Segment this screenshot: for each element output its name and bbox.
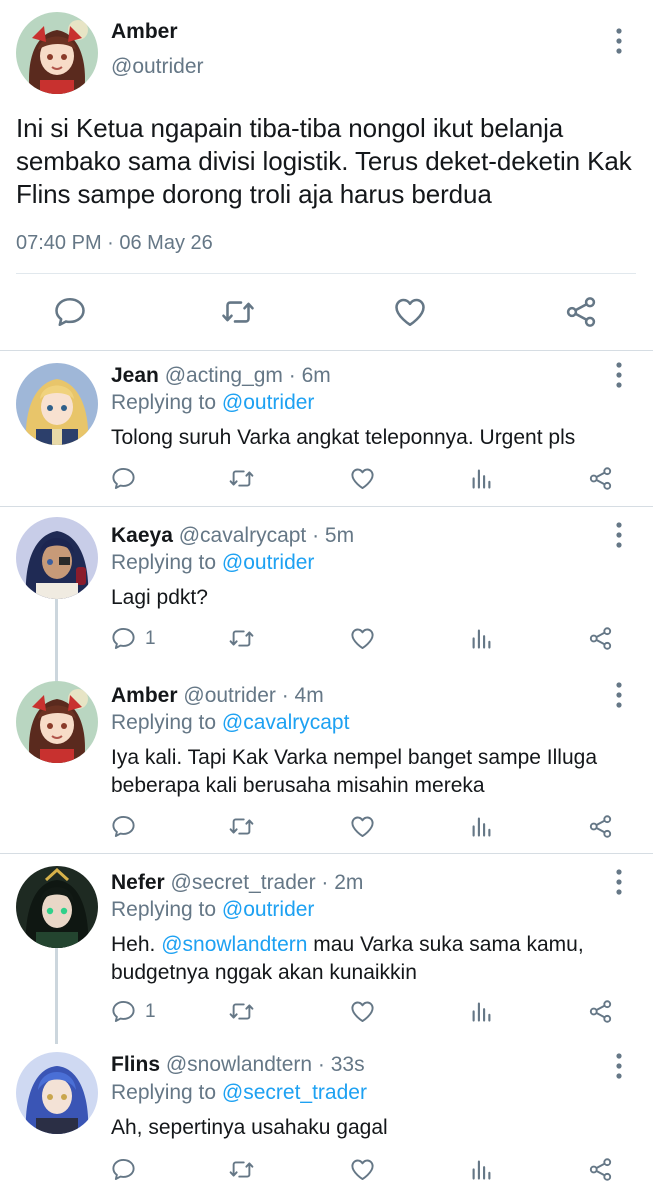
- replying-label: Replying to: [111, 551, 217, 574]
- reply-text: Ah, sepertinya usahaku gagal: [111, 1116, 388, 1139]
- retweet-icon[interactable]: [228, 1156, 255, 1183]
- author-name[interactable]: Nefer: [111, 871, 165, 894]
- author-meta[interactable]: @secret_trader · 2m: [171, 871, 364, 894]
- reply-count: 1: [145, 1000, 156, 1022]
- comment-icon[interactable]: [52, 294, 88, 330]
- replying-to: Replying to @cavalrycapt: [111, 711, 349, 735]
- reply-actions: [0, 1156, 653, 1192]
- reply-actions: [0, 465, 653, 501]
- reply-text: Heh. @snowlandtern mau Varka suka sama k…: [111, 931, 641, 987]
- comment-icon[interactable]: [110, 1156, 145, 1183]
- like-icon[interactable]: [349, 1156, 376, 1183]
- reply-header: Amber @outrider · 4m: [111, 684, 324, 708]
- author-name[interactable]: Amber: [111, 684, 178, 707]
- stats-icon[interactable]: [468, 1156, 495, 1183]
- retweet-icon[interactable]: [220, 294, 256, 330]
- stats-icon[interactable]: [468, 465, 495, 492]
- comment-icon[interactable]: [110, 465, 145, 492]
- stats-icon[interactable]: [468, 625, 495, 652]
- more-options-icon[interactable]: [611, 680, 627, 710]
- author-meta[interactable]: @snowlandtern · 33s: [166, 1053, 365, 1076]
- replying-to-link[interactable]: @cavalrycapt: [222, 711, 350, 734]
- reply-tweet[interactable]: Amber @outrider · 4m Replying to @cavalr…: [0, 673, 653, 853]
- retweet-icon[interactable]: [228, 998, 255, 1025]
- like-icon[interactable]: [349, 998, 376, 1025]
- avatar[interactable]: [16, 363, 98, 445]
- author-name[interactable]: Amber: [111, 20, 178, 44]
- avatar[interactable]: [16, 1052, 98, 1134]
- replying-to: Replying to @outrider: [111, 551, 314, 575]
- reply-tweet[interactable]: Flins @snowlandtern · 33s Replying to @s…: [0, 1034, 653, 1200]
- reply-actions: [0, 813, 653, 849]
- replying-to-link[interactable]: @outrider: [222, 391, 315, 414]
- reply-header: Kaeya @cavalrycapt · 5m: [111, 524, 354, 548]
- like-icon[interactable]: [349, 465, 376, 492]
- divider: [16, 273, 636, 274]
- replying-to: Replying to @outrider: [111, 391, 314, 415]
- retweet-icon[interactable]: [228, 465, 255, 492]
- author-handle[interactable]: @outrider: [111, 55, 204, 79]
- like-icon[interactable]: [349, 813, 376, 840]
- replying-to: Replying to @outrider: [111, 898, 314, 922]
- reply-header: Nefer @secret_trader · 2m: [111, 871, 363, 895]
- like-icon[interactable]: [392, 294, 428, 330]
- reply-count: 1: [145, 627, 156, 649]
- author-meta[interactable]: @cavalrycapt · 5m: [179, 524, 354, 547]
- comment-icon[interactable]: 1: [110, 998, 156, 1025]
- share-icon[interactable]: [587, 813, 614, 840]
- replying-label: Replying to: [111, 391, 217, 414]
- reply-text-part: Heh.: [111, 933, 162, 956]
- author-name[interactable]: Kaeya: [111, 524, 173, 547]
- tweet-actions: [0, 290, 653, 334]
- more-options-icon[interactable]: [611, 26, 627, 56]
- reply-header: Flins @snowlandtern · 33s: [111, 1053, 365, 1077]
- stats-icon[interactable]: [468, 813, 495, 840]
- replying-label: Replying to: [111, 1081, 217, 1104]
- share-icon[interactable]: [587, 998, 614, 1025]
- author-meta[interactable]: @acting_gm · 6m: [165, 364, 331, 387]
- author-name[interactable]: Jean: [111, 364, 159, 387]
- replying-to-link[interactable]: @secret_trader: [222, 1081, 367, 1104]
- more-options-icon[interactable]: [611, 520, 627, 550]
- more-options-icon[interactable]: [611, 360, 627, 390]
- reply-header: Jean @acting_gm · 6m: [111, 364, 331, 388]
- avatar[interactable]: [16, 681, 98, 763]
- replying-to: Replying to @secret_trader: [111, 1081, 367, 1105]
- replying-label: Replying to: [111, 711, 217, 734]
- reply-actions: 1: [0, 998, 653, 1034]
- reply-tweet[interactable]: Kaeya @cavalrycapt · 5m Replying to @out…: [0, 507, 653, 673]
- author-name[interactable]: Flins: [111, 1053, 160, 1076]
- reply-actions: 1: [0, 625, 653, 661]
- share-icon[interactable]: [563, 294, 599, 330]
- replying-label: Replying to: [111, 898, 217, 921]
- reply-tweet[interactable]: Jean @acting_gm · 6m Replying to @outrid…: [0, 351, 653, 505]
- avatar[interactable]: [16, 517, 98, 599]
- like-icon[interactable]: [349, 625, 376, 652]
- tweet-timestamp[interactable]: 07:40 PM · 06 May 26: [16, 232, 213, 255]
- reply-tweet[interactable]: Nefer @secret_trader · 2m Replying to @o…: [0, 854, 653, 1034]
- replying-to-link[interactable]: @outrider: [222, 898, 315, 921]
- reply-text: Iya kali. Tapi Kak Varka nempel banget s…: [111, 746, 598, 797]
- retweet-icon[interactable]: [228, 625, 255, 652]
- mention-link[interactable]: @snowlandtern: [161, 933, 307, 956]
- share-icon[interactable]: [587, 465, 614, 492]
- reply-text: Tolong suruh Varka angkat teleponnya. Ur…: [111, 426, 576, 449]
- more-options-icon[interactable]: [611, 867, 627, 897]
- avatar[interactable]: [16, 866, 98, 948]
- author-meta[interactable]: @outrider · 4m: [183, 684, 323, 707]
- comment-icon[interactable]: 1: [110, 625, 156, 652]
- share-icon[interactable]: [587, 625, 614, 652]
- tweet-text: Ini si Ketua ngapain tiba-tiba nongol ik…: [16, 113, 632, 209]
- share-icon[interactable]: [587, 1156, 614, 1183]
- comment-icon[interactable]: [110, 813, 145, 840]
- stats-icon[interactable]: [468, 998, 495, 1025]
- retweet-icon[interactable]: [228, 813, 255, 840]
- more-options-icon[interactable]: [611, 1051, 627, 1081]
- avatar[interactable]: [16, 12, 98, 94]
- replying-to-link[interactable]: @outrider: [222, 551, 315, 574]
- reply-text: Lagi pdkt?: [111, 586, 208, 609]
- main-tweet: Amber @outrider Ini si Ketua ngapain tib…: [0, 0, 653, 350]
